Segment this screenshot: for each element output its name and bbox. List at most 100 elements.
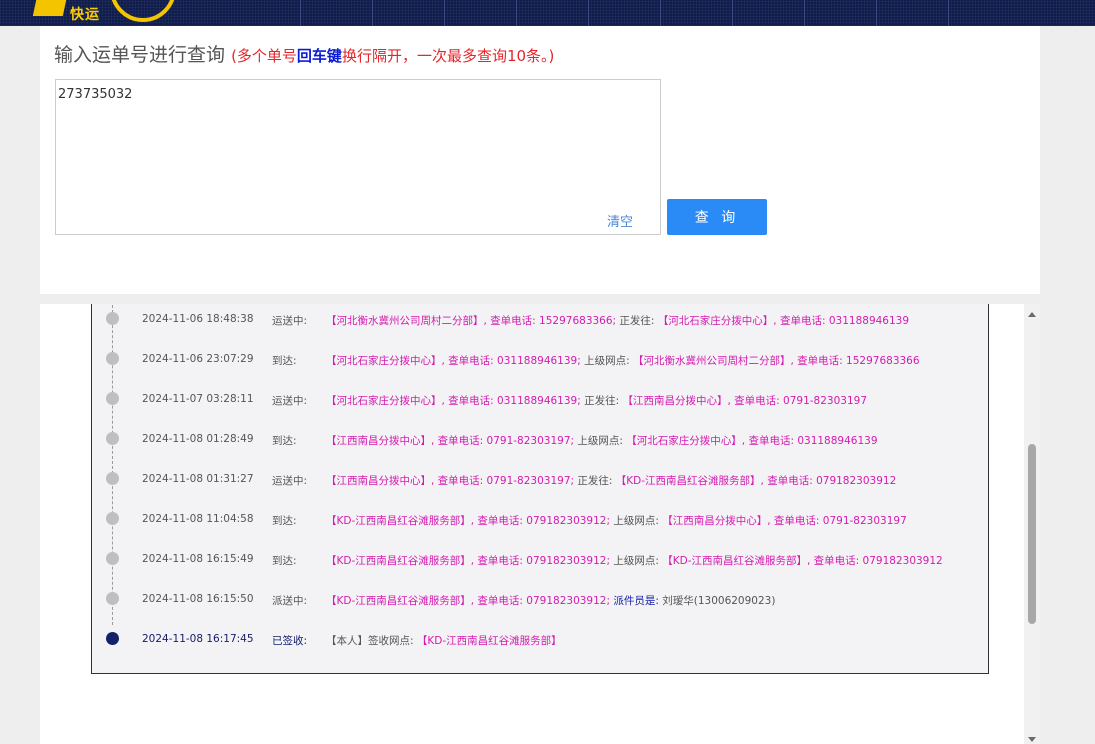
tracking-detail-mid: 正发往:	[577, 475, 613, 487]
tracking-detail-b: 【河北石家庄分拨中心】, 查单电话: 031188946139	[657, 315, 910, 327]
tracking-status: 已签收:	[272, 635, 308, 647]
nav-item[interactable]	[588, 0, 589, 26]
tracking-detail-a: 【江西南昌分拨中心】, 查单电话: 0791-82303197;	[326, 475, 575, 487]
timeline-dot	[106, 592, 119, 605]
tracking-row: 2024-11-08 11:04:58 到达: 【KD-江西南昌红谷滩服务部】,…	[92, 509, 988, 529]
tracking-time: 2024-11-08 16:15:49	[142, 553, 254, 565]
nav-item[interactable]	[516, 0, 517, 26]
tracking-row: 2024-11-06 23:07:29 到达: 【河北石家庄分拨中心】, 查单电…	[92, 349, 988, 369]
tracking-time: 2024-11-07 03:28:11	[142, 393, 254, 405]
scroll-down-arrow-icon[interactable]	[1028, 737, 1036, 742]
timeline-dot	[106, 472, 119, 485]
timeline-dot	[106, 312, 119, 325]
tracking-detail-a: 【河北石家庄分拨中心】, 查单电话: 031188946139;	[326, 355, 581, 367]
tracking-detail: 【KD-江西南昌红谷滩服务部】, 查单电话: 079182303912; 派件员…	[326, 593, 775, 608]
tracking-detail-a: 【KD-江西南昌红谷滩服务部】, 查单电话: 079182303912;	[326, 555, 611, 567]
results-panel: 2024-11-06 18:48:38 运送中: 【河北衡水冀州公司周村二分部】…	[40, 304, 1040, 744]
tracking-timeline: 2024-11-06 18:48:38 运送中: 【河北衡水冀州公司周村二分部】…	[91, 304, 989, 674]
scroll-up-arrow-icon[interactable]	[1028, 312, 1036, 317]
tracking-row-latest: 2024-11-08 16:17:45 已签收: 【本人】签收网点: 【KD-江…	[92, 629, 988, 649]
tracking-detail-a: 【KD-江西南昌红谷滩服务部】, 查单电话: 079182303912;	[326, 595, 611, 607]
tracking-detail-a: 【江西南昌分拨中心】, 查单电话: 0791-82303197;	[326, 435, 575, 447]
tracking-row: 2024-11-08 16:15:50 派送中: 【KD-江西南昌红谷滩服务部】…	[92, 589, 988, 609]
tracking-detail: 【本人】签收网点: 【KD-江西南昌红谷滩服务部】	[326, 633, 562, 648]
query-panel: 输入运单号进行查询 (多个单号回车键换行隔开，一次最多查询10条。) 27373…	[40, 26, 1040, 294]
top-navbar: 快运	[0, 0, 1095, 26]
tracking-status: 运送中:	[272, 315, 308, 327]
timeline-dot	[106, 512, 119, 525]
tracking-detail-mid: 上级网点:	[577, 435, 623, 447]
tracking-time: 2024-11-08 11:04:58	[142, 513, 254, 525]
tracking-status: 到达:	[272, 435, 297, 447]
nav-item[interactable]	[300, 0, 301, 26]
tracking-detail-b: 【河北衡水冀州公司周村二分部】, 查单电话: 15297683366	[633, 355, 920, 367]
nav-item[interactable]	[804, 0, 805, 26]
tracking-detail: 【KD-江西南昌红谷滩服务部】, 查单电话: 079182303912; 上级网…	[326, 513, 907, 528]
tracking-detail: 【KD-江西南昌红谷滩服务部】, 查单电话: 079182303912; 上级网…	[326, 553, 943, 568]
tracking-detail-mid: 上级网点:	[613, 515, 659, 527]
tracking-status: 到达:	[272, 355, 297, 367]
nav-item[interactable]	[876, 0, 877, 26]
tracking-detail: 【江西南昌分拨中心】, 查单电话: 0791-82303197; 上级网点: 【…	[326, 433, 878, 448]
scrollbar[interactable]	[1024, 304, 1040, 744]
query-hint: (多个单号回车键换行隔开，一次最多查询10条。)	[231, 47, 554, 65]
timeline-dot	[106, 552, 119, 565]
tracking-time: 2024-11-06 18:48:38	[142, 313, 254, 325]
waybill-input[interactable]: 273735032	[55, 79, 661, 235]
logo-text: 快运	[70, 7, 100, 23]
query-hint-key: 回车键	[296, 47, 342, 65]
tracking-detail-b: 【江西南昌分拨中心】, 查单电话: 0791-82303197	[662, 515, 907, 527]
tracking-detail-mid: 正发往:	[584, 395, 620, 407]
tracking-time: 2024-11-08 01:31:27	[142, 473, 254, 485]
tracking-status: 到达:	[272, 515, 297, 527]
scroll-thumb[interactable]	[1028, 444, 1036, 624]
tracking-detail-a: 【河北衡水冀州公司周村二分部】, 查单电话: 15297683366;	[326, 315, 617, 327]
tracking-detail-a: 【本人】签收网点:	[326, 635, 414, 647]
tracking-detail: 【河北石家庄分拨中心】, 查单电话: 031188946139; 正发往: 【江…	[326, 393, 867, 408]
tracking-detail-b: 【KD-江西南昌红谷滩服务部】, 查单电话: 079182303912	[662, 555, 943, 567]
tracking-detail-b: 刘瑷华(13006209023)	[662, 595, 776, 607]
query-button[interactable]: 查 询	[667, 199, 767, 235]
tracking-time: 2024-11-08 16:15:50	[142, 593, 254, 605]
timeline-dot	[106, 392, 119, 405]
tracking-status: 运送中:	[272, 395, 308, 407]
nav-item[interactable]	[948, 0, 949, 26]
query-title-text: 输入运单号进行查询	[54, 44, 226, 66]
query-hint-prefix: (多个单号	[231, 47, 297, 65]
tracking-detail: 【河北衡水冀州公司周村二分部】, 查单电话: 15297683366; 正发往:…	[326, 313, 909, 328]
nav-item[interactable]	[444, 0, 445, 26]
tracking-row: 2024-11-06 18:48:38 运送中: 【河北衡水冀州公司周村二分部】…	[92, 309, 988, 329]
tracking-detail-b: 【KD-江西南昌红谷滩服务部】, 查单电话: 079182303912	[615, 475, 897, 487]
tracking-detail-a: 【河北石家庄分拨中心】, 查单电话: 031188946139;	[326, 395, 581, 407]
tracking-detail-b: 【江西南昌分拨中心】, 查单电话: 0791-82303197	[622, 395, 868, 407]
tracking-detail-mid: 正发往:	[619, 315, 655, 327]
tracking-status: 派送中:	[272, 595, 308, 607]
tracking-row: 2024-11-08 16:15:49 到达: 【KD-江西南昌红谷滩服务部】,…	[92, 549, 988, 569]
tracking-detail: 【江西南昌分拨中心】, 查单电话: 0791-82303197; 正发往: 【K…	[326, 473, 896, 488]
tracking-detail-b: 【河北石家庄分拨中心】, 查单电话: 031188946139	[626, 435, 878, 447]
query-hint-suffix: 换行隔开，一次最多查询10条。)	[341, 47, 555, 65]
tracking-detail: 【河北石家庄分拨中心】, 查单电话: 031188946139; 上级网点: 【…	[326, 353, 920, 368]
tracking-status: 运送中:	[272, 475, 308, 487]
clear-button[interactable]: 清空	[607, 211, 633, 230]
tracking-row: 2024-11-07 03:28:11 运送中: 【河北石家庄分拨中心】, 查单…	[92, 389, 988, 409]
nav-item[interactable]	[732, 0, 733, 26]
tracking-detail-a: 【KD-江西南昌红谷滩服务部】, 查单电话: 079182303912;	[326, 515, 611, 527]
query-title: 输入运单号进行查询 (多个单号回车键换行隔开，一次最多查询10条。)	[54, 40, 554, 67]
tracking-time: 2024-11-06 23:07:29	[142, 353, 254, 365]
tracking-row: 2024-11-08 01:28:49 到达: 【江西南昌分拨中心】, 查单电话…	[92, 429, 988, 449]
tracking-time: 2024-11-08 01:28:49	[142, 433, 254, 445]
tracking-detail-mid: 上级网点:	[584, 355, 630, 367]
timeline-dot	[106, 352, 119, 365]
tracking-row: 2024-11-08 01:31:27 运送中: 【江西南昌分拨中心】, 查单电…	[92, 469, 988, 489]
timeline-dot-latest	[106, 632, 119, 645]
tracking-time: 2024-11-08 16:17:45	[142, 633, 254, 645]
tracking-detail-mid: 派件员是:	[613, 595, 659, 607]
nav-item[interactable]	[372, 0, 373, 26]
nav-item[interactable]	[660, 0, 661, 26]
tracking-detail-b: 【KD-江西南昌红谷滩服务部】	[416, 635, 562, 647]
timeline-dot	[106, 432, 119, 445]
logo-circle	[110, 0, 176, 22]
tracking-detail-mid: 上级网点:	[613, 555, 659, 567]
tracking-status: 到达:	[272, 555, 297, 567]
